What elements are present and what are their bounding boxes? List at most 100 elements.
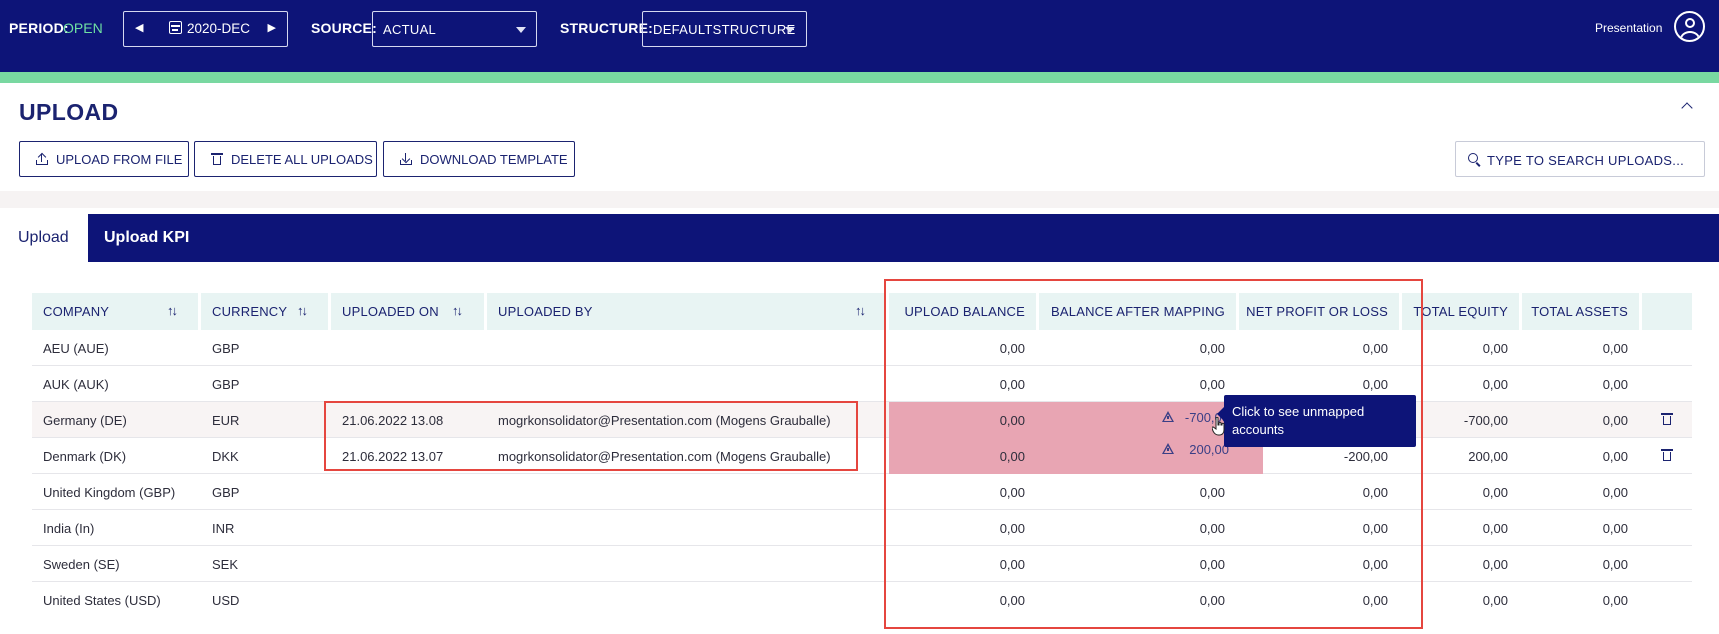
- cell-uploaded-on: 21.06.2022 13.08: [342, 413, 444, 428]
- period-selector: ◀ 2020-DEC ▶: [123, 11, 288, 47]
- column-header-currency: CURRENCY ↑↓: [201, 293, 328, 330]
- accent-bar: [0, 72, 1719, 83]
- table-header: COMPANY ↑↓ CURRENCY ↑↓ UPLOADED ON ↑↓ UP…: [32, 293, 1692, 330]
- structure-value: DEFAULTSTRUCTURE: [653, 22, 796, 37]
- cell-company: Germany (DE): [43, 413, 127, 428]
- table-row: AEU (AUE) GBP 0,00 0,00 0,00 0,00 0,00: [32, 330, 1692, 366]
- collapse-chevron-up-icon[interactable]: [1681, 102, 1693, 114]
- cell-balance-after-mapping: 0,00: [1199, 377, 1225, 392]
- cell-company: AEU (AUE): [43, 341, 109, 356]
- cell-total-assets: 0,00: [1602, 521, 1628, 536]
- cell-upload-balance: 0,00: [999, 341, 1025, 356]
- top-bar: PERIOD: OPEN ◀ 2020-DEC ▶ SOURCE: ACTUAL…: [0, 0, 1719, 72]
- cell-upload-balance: 0,00: [999, 449, 1025, 464]
- table-row: United Kingdom (GBP) GBP 0,00 0,00 0,00 …: [32, 474, 1692, 510]
- delete-row-trash-icon[interactable]: [1661, 449, 1673, 461]
- cell-currency: DKK: [212, 449, 239, 464]
- sort-icon[interactable]: ↑↓: [167, 303, 178, 318]
- cell-total-equity: -700,00: [1463, 413, 1508, 428]
- sort-icon[interactable]: ↑↓: [452, 303, 463, 318]
- delete-all-uploads-button[interactable]: DELETE ALL UPLOADS: [194, 141, 377, 177]
- hand-cursor-icon: [1212, 417, 1225, 436]
- tab-upload-kpi[interactable]: Upload KPI: [88, 214, 208, 262]
- tab-upload-kpi-label: Upload KPI: [104, 229, 190, 246]
- cell-balance-after-mapping: 0,00: [1199, 521, 1225, 536]
- cell-upload-balance: 0,00: [999, 413, 1025, 428]
- user-avatar-icon[interactable]: [1674, 11, 1705, 42]
- structure-dropdown[interactable]: DEFAULTSTRUCTURE: [642, 11, 807, 47]
- cell-currency: USD: [212, 593, 240, 608]
- table-row: AUK (AUK) GBP 0,00 0,00 0,00 0,00 0,00: [32, 366, 1692, 402]
- cell-total-equity: 0,00: [1482, 557, 1508, 572]
- user-name[interactable]: Presentation: [1595, 21, 1662, 35]
- sort-icon[interactable]: ↑↓: [297, 303, 308, 318]
- cell-company: Sweden (SE): [43, 557, 120, 572]
- tab-upload-label: Upload: [18, 229, 69, 246]
- column-label: TOTAL EQUITY: [1413, 304, 1508, 319]
- download-icon: [400, 153, 412, 165]
- caret-down-icon: [785, 27, 795, 33]
- column-header-total-equity: TOTAL EQUITY: [1402, 293, 1519, 330]
- table-row: India (In) INR 0,00 0,00 0,00 0,00 0,00: [32, 510, 1692, 546]
- search-icon: [1468, 153, 1478, 163]
- column-header-uploaded-by: UPLOADED BY ↑↓: [487, 293, 886, 330]
- cell-currency: GBP: [212, 377, 240, 392]
- warning-icon: [1162, 443, 1174, 454]
- cell-total-assets: 0,00: [1602, 593, 1628, 608]
- column-label: CURRENCY: [212, 304, 288, 319]
- period-value[interactable]: 2020-DEC: [187, 21, 250, 36]
- tab-bar: Upload Upload KPI: [0, 214, 1719, 262]
- cell-upload-balance: 0,00: [999, 521, 1025, 536]
- cell-company: India (In): [43, 521, 95, 536]
- column-header-actions: [1642, 293, 1692, 330]
- period-prev-button[interactable]: ◀: [135, 21, 143, 34]
- delete-row-trash-icon[interactable]: [1661, 413, 1673, 425]
- structure-label: STRUCTURE:: [560, 20, 653, 36]
- source-dropdown[interactable]: ACTUAL: [372, 11, 537, 47]
- cell-company: United Kingdom (GBP): [43, 485, 176, 500]
- upload-from-file-label: UPLOAD FROM FILE: [56, 152, 183, 167]
- cell-currency: INR: [212, 521, 235, 536]
- table-row: Denmark (DK) DKK 21.06.2022 13.07 mogrko…: [32, 438, 1692, 474]
- period-next-button[interactable]: ▶: [268, 21, 276, 34]
- column-header-net-profit-or-loss: NET PROFIT OR LOSS: [1239, 293, 1399, 330]
- search-input[interactable]: [1487, 150, 1697, 170]
- section-separator: [0, 191, 1719, 208]
- cell-net-profit-or-loss: 0,00: [1362, 341, 1388, 356]
- delete-all-uploads-label: DELETE ALL UPLOADS: [231, 152, 373, 167]
- warning-icon: [1162, 411, 1174, 422]
- column-label: NET PROFIT OR LOSS: [1246, 304, 1388, 319]
- cell-net-profit-or-loss: 0,00: [1362, 377, 1388, 392]
- column-header-total-assets: TOTAL ASSETS: [1522, 293, 1639, 330]
- column-label: COMPANY: [43, 304, 110, 319]
- cell-net-profit-or-loss: -200,00: [1343, 449, 1388, 464]
- trash-icon: [211, 153, 223, 165]
- column-label: BALANCE AFTER MAPPING: [1051, 304, 1225, 319]
- tab-upload[interactable]: Upload: [0, 214, 88, 262]
- column-header-upload-balance: UPLOAD BALANCE: [889, 293, 1036, 330]
- download-template-button[interactable]: DOWNLOAD TEMPLATE: [383, 141, 575, 177]
- upload-from-file-button[interactable]: UPLOAD FROM FILE: [19, 141, 189, 177]
- column-label: TOTAL ASSETS: [1531, 304, 1628, 319]
- cell-uploaded-on: 21.06.2022 13.07: [342, 449, 444, 464]
- cell-upload-balance: 0,00: [999, 557, 1025, 572]
- calendar-icon: [169, 21, 182, 34]
- download-template-label: DOWNLOAD TEMPLATE: [420, 152, 568, 167]
- column-header-company: COMPANY ↑↓: [32, 293, 198, 330]
- table-row: Germany (DE) EUR 21.06.2022 13.08 mogrko…: [32, 402, 1692, 438]
- column-label: UPLOAD BALANCE: [904, 304, 1025, 319]
- cell-balance-after-mapping: 0,00: [1199, 557, 1225, 572]
- column-label: UPLOADED BY: [498, 304, 593, 319]
- cell-uploaded-by: mogrkonsolidator@Presentation.com (Mogen…: [498, 449, 831, 464]
- column-header-balance-after-mapping: BALANCE AFTER MAPPING: [1039, 293, 1236, 330]
- cell-balance-after-mapping: 0,00: [1199, 593, 1225, 608]
- cell-total-equity: 0,00: [1482, 341, 1508, 356]
- upload-icon: [36, 152, 48, 165]
- caret-down-icon: [516, 27, 526, 33]
- cell-total-equity: 0,00: [1482, 521, 1508, 536]
- cell-net-profit-or-loss: 0,00: [1362, 593, 1388, 608]
- cell-upload-balance: 0,00: [999, 377, 1025, 392]
- search-box: [1455, 141, 1705, 177]
- cell-total-assets: 0,00: [1602, 413, 1628, 428]
- sort-icon[interactable]: ↑↓: [855, 303, 866, 318]
